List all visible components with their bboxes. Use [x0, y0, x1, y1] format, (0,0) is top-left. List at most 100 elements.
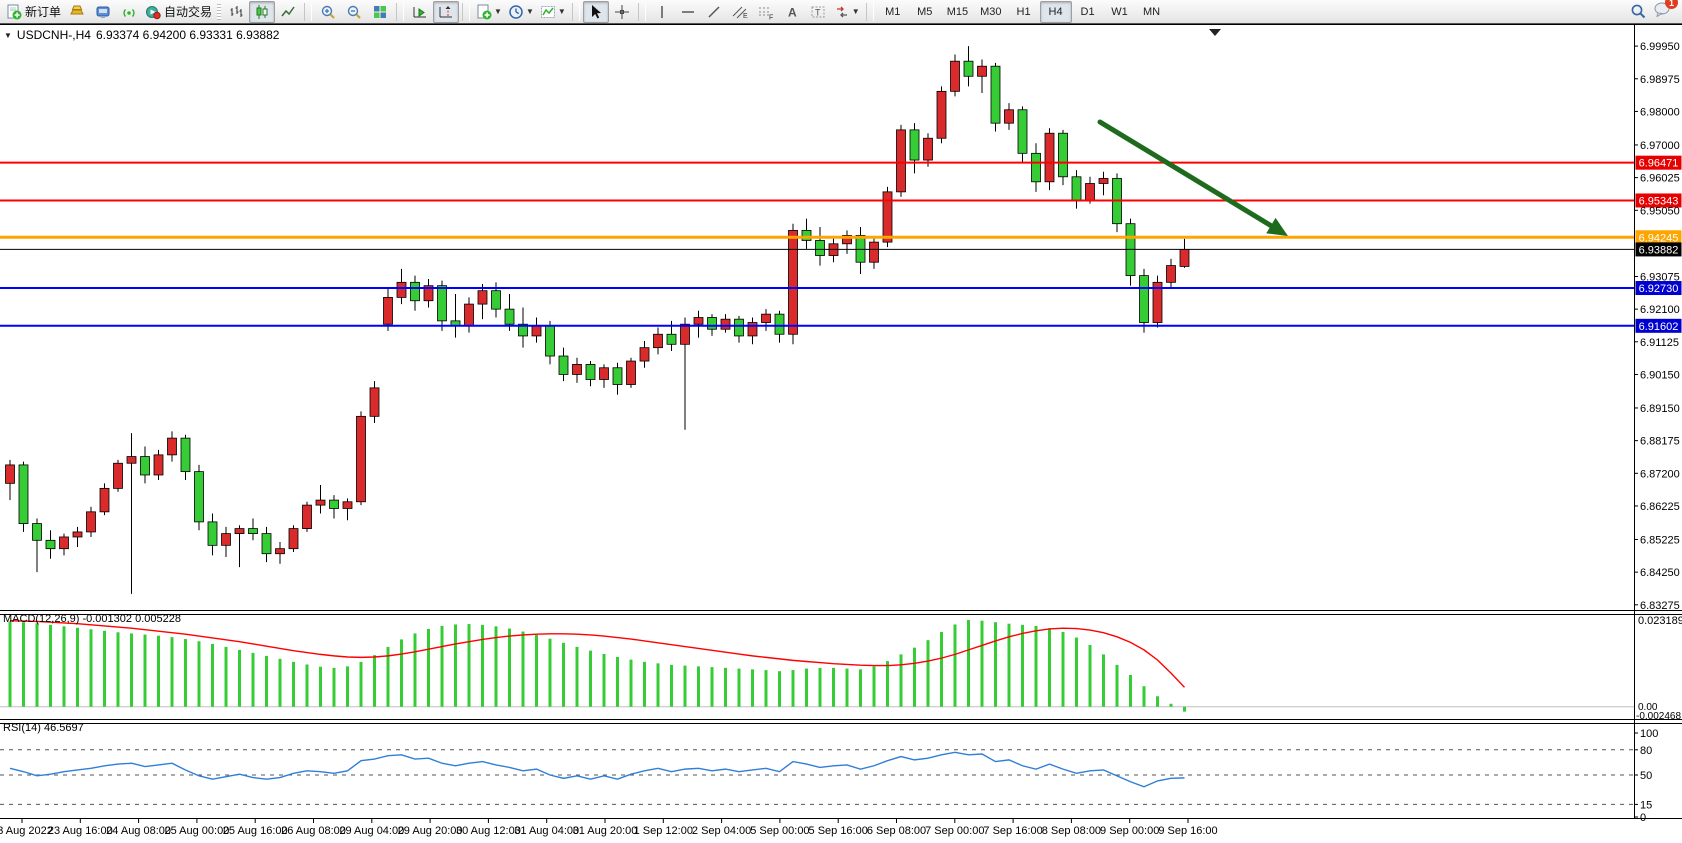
candle-body-up: [168, 438, 177, 455]
chart-shift-button[interactable]: [433, 1, 459, 23]
macd-bar: [1116, 665, 1119, 707]
arrows-tool-button[interactable]: ▼: [831, 1, 863, 23]
macd-bar: [981, 621, 984, 707]
cursor-button[interactable]: [583, 1, 609, 23]
new-template-button[interactable]: ▼: [473, 1, 505, 23]
zoom-in-button[interactable]: [315, 1, 341, 23]
candlestick-chart-icon: [254, 4, 270, 20]
timeframe-button-m15[interactable]: M15: [941, 1, 974, 23]
chart-ohlc-values: 6.93374 6.94200 6.93331 6.93882: [96, 28, 280, 42]
candle-body-up: [924, 138, 933, 160]
macd-bar: [549, 639, 552, 707]
line-chart-button[interactable]: [275, 1, 301, 23]
timeframe-button-h4[interactable]: H4: [1040, 1, 1072, 23]
new-order-label: 新订单: [25, 3, 61, 20]
macd-bar: [1102, 654, 1105, 706]
search-icon[interactable]: [1630, 3, 1647, 20]
toolbar-right: 1: [1630, 1, 1679, 22]
candle-body-down: [505, 309, 514, 324]
chart-collapse-icon[interactable]: ▼: [4, 31, 12, 40]
timeframe-button-m1[interactable]: M1: [877, 1, 909, 23]
bar-chart-button[interactable]: [223, 1, 249, 23]
signals-icon: [121, 4, 137, 20]
new-order-button[interactable]: 新订单: [3, 1, 64, 23]
time-label: 1 Sep 12:00: [634, 825, 693, 837]
macd-bar: [252, 653, 255, 707]
tile-windows-button[interactable]: [367, 1, 393, 23]
macd-bar: [913, 648, 916, 707]
y-tick-label: 6.96025: [1640, 173, 1680, 185]
y-tick-label: 6.93075: [1640, 271, 1680, 283]
macd-bar: [1170, 704, 1173, 707]
time-label: 31 Aug 04:00: [514, 825, 579, 837]
macd-bar: [184, 639, 187, 707]
signals-button[interactable]: [116, 1, 142, 23]
period-button[interactable]: ▼: [505, 1, 537, 23]
candle-body-down: [1032, 153, 1041, 181]
macd-bar: [292, 662, 295, 707]
y-tick-label: 6.87200: [1640, 468, 1680, 480]
timeframe-button-w1[interactable]: W1: [1104, 1, 1136, 23]
fibonacci-button[interactable]: F: [753, 1, 779, 23]
macd-min-label: -0.002468: [1636, 711, 1681, 722]
macd-bar: [994, 622, 997, 707]
candle-body-up: [1045, 133, 1054, 182]
candle-body-down: [991, 66, 1000, 123]
macd-bar: [684, 666, 687, 707]
vertical-line-icon: [655, 4, 669, 20]
macd-bar: [441, 626, 444, 707]
candle-body-up: [748, 323, 757, 336]
time-label: 5 Sep 00:00: [750, 825, 809, 837]
auto-scroll-button[interactable]: [407, 1, 433, 23]
price-badge-label: 6.91602: [1639, 321, 1679, 333]
equidistant-channel-button[interactable]: E: [727, 1, 753, 23]
cursor-icon: [588, 4, 604, 20]
candle-body-up: [640, 348, 649, 361]
timeframe-button-h1[interactable]: H1: [1008, 1, 1040, 23]
macd-bar: [1156, 696, 1159, 706]
indicators-button[interactable]: ▼: [537, 1, 569, 23]
candle-body-down: [46, 540, 55, 548]
candle-body-up: [870, 242, 879, 262]
text-button[interactable]: A: [779, 1, 805, 23]
macd-bar: [562, 643, 565, 707]
time-label: 25 Aug 00:00: [164, 825, 229, 837]
candle-body-down: [816, 240, 825, 255]
y-tick-label: 6.99950: [1640, 41, 1680, 53]
text-label-button[interactable]: T: [805, 1, 831, 23]
zoom-out-button[interactable]: [341, 1, 367, 23]
candle-body-up: [127, 457, 136, 464]
notifications-button[interactable]: 1: [1653, 1, 1671, 22]
trendline-button[interactable]: [701, 1, 727, 23]
chevron-down-icon: ▼: [494, 7, 502, 16]
gold-button[interactable]: [64, 1, 90, 23]
autotrading-button[interactable]: 自动交易: [142, 1, 215, 23]
candle-body-up: [73, 532, 82, 537]
svg-text:A: A: [788, 5, 797, 19]
candle-body-up: [627, 361, 636, 384]
candle-body-down: [249, 529, 258, 534]
candle-body-down: [735, 319, 744, 336]
macd-bar: [751, 669, 754, 706]
timeframe-button-d1[interactable]: D1: [1072, 1, 1104, 23]
zoom-out-icon: [346, 4, 362, 20]
candle-body-up: [289, 529, 298, 549]
vertical-line-button[interactable]: [649, 1, 675, 23]
candlestick-chart-button[interactable]: [249, 1, 275, 23]
tile-windows-icon: [372, 4, 388, 20]
macd-indicator-label: MACD(12,26,9) -0.001302 0.005228: [3, 613, 181, 625]
crosshair-button[interactable]: [609, 1, 635, 23]
timeframe-button-m30[interactable]: M30: [974, 1, 1007, 23]
price-chart-canvas[interactable]: 6.964716.953436.942456.938826.927306.916…: [0, 24, 1682, 843]
timeframe-button-m5[interactable]: M5: [909, 1, 941, 23]
candle-body-up: [694, 318, 703, 325]
toolbar-separator: [866, 3, 874, 21]
candle-body-down: [667, 334, 676, 344]
macd-bar: [468, 624, 471, 707]
timeframe-button-mn[interactable]: MN: [1136, 1, 1168, 23]
trend-arrow-shaft[interactable]: [1100, 122, 1271, 226]
macd-bar: [36, 623, 39, 706]
expert-advisors-button[interactable]: [90, 1, 116, 23]
macd-bar: [603, 654, 606, 707]
horizontal-line-button[interactable]: [675, 1, 701, 23]
